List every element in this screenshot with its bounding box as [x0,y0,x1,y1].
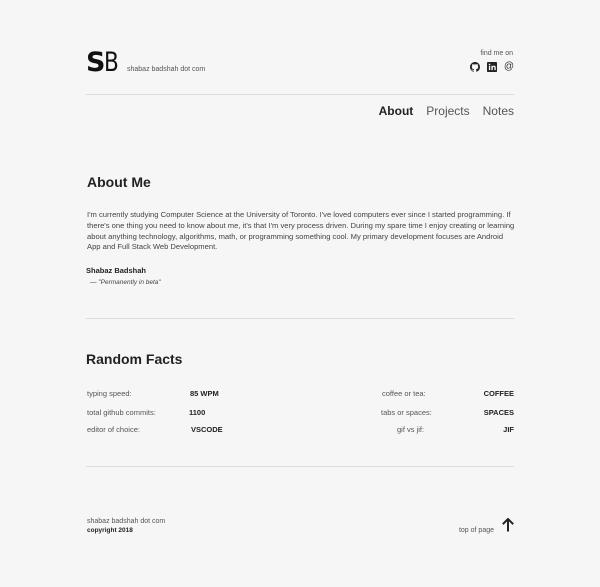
nav-about[interactable]: About [379,104,414,118]
fact-value-github-commits: 1100 [189,408,206,417]
logo-letter-s: S [86,47,106,78]
author-name: Shabaz Badshah [86,266,147,275]
at-icon[interactable]: @ [504,62,514,72]
about-body: I'm currently studying Computer Science … [87,210,515,252]
facts-divider [86,466,514,467]
fact-value-typing-speed: 85 WPM [190,389,219,398]
footer-copyright: copyright 2018 [87,527,133,534]
header-divider [86,94,514,95]
footer-site-name: shabaz badshah dot com [87,518,166,525]
arrow-up-icon[interactable] [502,518,514,532]
fact-value-coffee-or-tea: COFFEE [483,389,514,398]
site-name: shabaz badshah dot com [127,66,206,73]
fact-label-coffee-or-tea: coffee or tea: [382,389,426,398]
fact-label-github-commits: total github commits: [87,408,156,417]
fact-value-gif-vs-jif: JIF [503,425,514,434]
fact-label-typing-speed: typing speed: [87,389,132,398]
site-logo[interactable]: S B [86,47,123,78]
author-quote: — "Permanently in beta" [90,279,161,286]
fact-label-editor: editor of choice: [87,425,140,434]
nav-projects[interactable]: Projects [426,104,469,118]
github-icon[interactable] [470,62,480,72]
find-me-label: find me on [480,50,513,57]
fact-value-tabs-or-spaces: SPACES [483,408,514,417]
facts-heading: Random Facts [86,351,183,367]
about-divider [86,318,514,319]
logo-letter-b: B [104,47,120,78]
top-of-page-link[interactable]: top of page [459,527,494,534]
fact-label-tabs-or-spaces: tabs or spaces: [381,408,432,417]
main-nav: About Projects Notes [379,104,514,118]
about-heading: About Me [87,174,151,190]
nav-notes[interactable]: Notes [483,104,514,118]
social-links: @ [470,62,514,72]
fact-label-gif-vs-jif: gif vs jif: [397,425,425,434]
linkedin-icon[interactable] [487,62,497,72]
fact-value-editor: VSCODE [191,425,223,434]
